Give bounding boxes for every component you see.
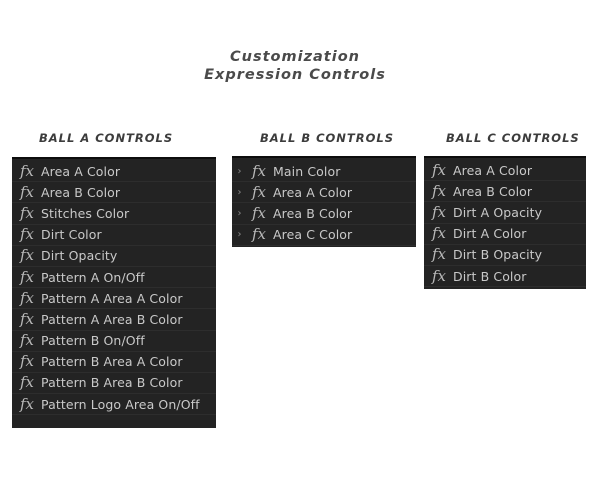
effect-row[interactable]: fx Dirt B Color bbox=[424, 266, 586, 288]
chevron-right-icon[interactable]: › bbox=[235, 229, 244, 240]
effect-row[interactable]: fx Pattern B Area B Color bbox=[12, 373, 216, 395]
page-title: Customization Expression Controls bbox=[0, 48, 590, 84]
effect-label: Area B Color bbox=[453, 183, 533, 199]
effect-row[interactable]: fx Dirt B Opacity bbox=[424, 245, 586, 266]
fx-icon: fx bbox=[431, 224, 446, 243]
ball-b-heading: BALL B CONTROLS bbox=[260, 131, 395, 145]
effect-row[interactable]: fx Pattern B Area A Color bbox=[12, 352, 216, 373]
effect-label: Area B Color bbox=[41, 184, 121, 200]
effect-label: Pattern A Area B Color bbox=[41, 311, 183, 327]
page-title-line-2: Expression Controls bbox=[204, 67, 386, 83]
effect-label: Main Color bbox=[273, 163, 341, 179]
fx-icon: fx bbox=[251, 225, 266, 244]
fx-icon: fx bbox=[19, 267, 34, 286]
fx-icon: fx bbox=[19, 309, 34, 328]
effect-label: Pattern Logo Area On/Off bbox=[41, 396, 200, 412]
effect-label: Area A Color bbox=[453, 162, 533, 178]
effect-row[interactable]: fx Pattern B On/Off bbox=[12, 331, 216, 352]
effect-row[interactable]: fx Area A Color bbox=[424, 160, 586, 182]
effect-label: Area A Color bbox=[273, 184, 353, 200]
effect-row[interactable]: fx Pattern A Area A Color bbox=[12, 288, 216, 310]
fx-icon: fx bbox=[19, 352, 34, 371]
fx-icon: fx bbox=[431, 181, 446, 200]
effect-label: Pattern B On/Off bbox=[41, 333, 145, 349]
effect-row[interactable]: fx Area A Color bbox=[12, 161, 216, 183]
fx-icon: fx bbox=[19, 203, 34, 222]
fx-icon: fx bbox=[251, 161, 266, 180]
effect-row[interactable]: fx Dirt A Opacity bbox=[424, 202, 586, 224]
effect-row[interactable]: fx Pattern A Area B Color bbox=[12, 309, 216, 331]
effect-row[interactable]: fx Dirt A Color bbox=[424, 224, 586, 245]
effect-label: Dirt A Color bbox=[453, 226, 527, 242]
fx-icon: fx bbox=[251, 203, 266, 222]
page-title-line-1: Customization bbox=[230, 49, 360, 65]
chevron-right-icon[interactable]: › bbox=[235, 208, 244, 219]
fx-icon: fx bbox=[19, 288, 34, 307]
fx-icon: fx bbox=[431, 160, 446, 179]
ball-a-heading: BALL A CONTROLS bbox=[39, 131, 174, 145]
fx-icon: fx bbox=[251, 182, 266, 201]
fx-icon: fx bbox=[19, 225, 34, 244]
effect-label: Dirt A Opacity bbox=[453, 204, 543, 220]
fx-icon: fx bbox=[19, 331, 34, 350]
effect-row[interactable]: › fx Main Color bbox=[232, 161, 416, 183]
chevron-right-icon[interactable]: › bbox=[235, 166, 244, 177]
effect-label: Dirt B Opacity bbox=[453, 247, 543, 263]
effect-row[interactable]: fx Stitches Color bbox=[12, 203, 216, 225]
ball-b-effects-panel: › fx Main Color › fx Area A Color › fx Area B … bbox=[232, 156, 416, 247]
effect-row[interactable]: fx Area B Color bbox=[12, 182, 216, 204]
effect-label: Pattern A Area A Color bbox=[41, 290, 183, 306]
effect-label: Dirt Opacity bbox=[41, 248, 118, 264]
effect-row[interactable]: fx Pattern Logo Area On/Off bbox=[12, 394, 216, 416]
ball-c-effects-panel: fx Area A Color fx Area B Color fx Dirt A O… bbox=[424, 156, 586, 289]
fx-icon: fx bbox=[431, 245, 446, 264]
effect-row[interactable]: fx Pattern A On/Off bbox=[12, 267, 216, 289]
fx-icon: fx bbox=[431, 266, 446, 285]
effect-label: Area B Color bbox=[273, 205, 353, 221]
effect-label: Stitches Color bbox=[41, 205, 130, 221]
effect-row[interactable]: fx Dirt Opacity bbox=[12, 246, 216, 267]
fx-icon: fx bbox=[431, 202, 446, 221]
effect-row[interactable]: › fx Area A Color bbox=[232, 182, 416, 204]
fx-icon: fx bbox=[19, 161, 34, 180]
chevron-right-icon[interactable]: › bbox=[235, 187, 244, 198]
effect-label: Pattern B Area A Color bbox=[41, 354, 183, 370]
fx-icon: fx bbox=[19, 373, 34, 392]
fx-icon: fx bbox=[19, 182, 34, 201]
effect-label: Dirt B Color bbox=[453, 268, 527, 284]
effect-row[interactable]: fx Dirt Color bbox=[12, 225, 216, 246]
effect-label: Pattern B Area B Color bbox=[41, 375, 183, 391]
effect-label: Pattern A On/Off bbox=[41, 269, 145, 285]
effect-label: Dirt Color bbox=[41, 227, 102, 243]
effect-label: Area C Color bbox=[273, 227, 353, 243]
ball-a-effects-panel: fx Area A Color fx Area B Color fx Stitches… bbox=[12, 157, 216, 428]
effect-label: Area A Color bbox=[41, 163, 121, 179]
effect-row[interactable]: fx Area B Color bbox=[424, 181, 586, 203]
ball-c-heading: BALL C CONTROLS bbox=[446, 131, 580, 145]
effect-row[interactable]: › fx Area B Color bbox=[232, 203, 416, 225]
fx-icon: fx bbox=[19, 246, 34, 265]
fx-icon: fx bbox=[19, 394, 34, 413]
effect-row[interactable]: › fx Area C Color bbox=[232, 225, 416, 246]
